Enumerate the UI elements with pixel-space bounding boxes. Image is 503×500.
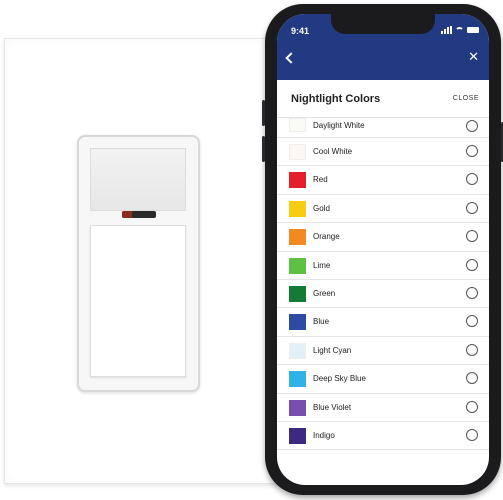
color-option[interactable]: Blue Violet — [277, 394, 489, 422]
color-swatch — [289, 285, 306, 302]
color-option[interactable]: Green — [277, 280, 489, 309]
color-label: Indigo — [313, 430, 335, 440]
color-swatch — [289, 314, 306, 331]
radio-button[interactable] — [466, 258, 478, 271]
color-option[interactable]: Blue — [277, 308, 489, 337]
nightlight-led-icon — [122, 211, 156, 218]
color-option[interactable]: Daylight White — [277, 118, 489, 138]
color-option[interactable]: Indigo — [277, 422, 489, 451]
color-option[interactable]: Light Cyan — [277, 337, 489, 366]
light-switch — [77, 135, 200, 392]
color-swatch — [289, 399, 306, 416]
color-option[interactable]: Cool White — [277, 138, 489, 167]
back-icon[interactable] — [285, 52, 297, 64]
color-swatch — [289, 371, 306, 388]
color-option[interactable]: Gold — [277, 195, 489, 224]
sheet-header: Nightlight Colors CLOSE — [277, 80, 489, 118]
status-time: 9:41 — [291, 26, 310, 36]
color-option[interactable]: Red — [277, 166, 489, 195]
color-label: Cool White — [313, 147, 353, 156]
rocker-paddle — [90, 225, 186, 377]
status-icons — [441, 26, 479, 34]
color-swatch — [289, 427, 306, 444]
sheet-title: Nightlight Colors — [291, 93, 381, 105]
radio-button[interactable] — [466, 173, 478, 186]
color-option[interactable]: Deep Sky Blue — [277, 365, 489, 394]
color-label: Light Cyan — [313, 345, 352, 355]
close-icon[interactable]: ✕ — [468, 51, 479, 64]
color-label: Orange — [313, 232, 340, 242]
phone-screen: 9:41 ✕ Nightlight Colors CLOSE Daylight … — [277, 14, 489, 485]
close-button[interactable]: CLOSE — [453, 95, 479, 102]
radio-button[interactable] — [466, 120, 478, 132]
color-swatch — [289, 200, 306, 217]
color-label: Lime — [313, 260, 331, 270]
signal-icon — [441, 26, 452, 34]
wifi-icon — [455, 26, 464, 34]
radio-button[interactable] — [466, 315, 478, 328]
radio-button[interactable] — [466, 372, 478, 385]
color-swatch — [289, 172, 306, 189]
radio-button[interactable] — [466, 145, 478, 157]
battery-icon — [467, 27, 479, 33]
app-bar: 9:41 ✕ — [277, 14, 489, 80]
color-swatch — [289, 144, 306, 160]
color-swatch — [289, 342, 306, 359]
phone-notch — [331, 14, 435, 34]
color-label: Blue Violet — [313, 402, 352, 412]
radio-button[interactable] — [466, 286, 478, 299]
radio-button[interactable] — [466, 428, 478, 441]
color-label: Green — [313, 288, 336, 298]
radio-button[interactable] — [466, 343, 478, 356]
radio-button[interactable] — [466, 201, 478, 214]
color-label: Red — [313, 175, 328, 185]
color-swatch — [289, 257, 306, 274]
color-swatch — [289, 229, 306, 246]
motion-sensor-window — [90, 148, 186, 211]
color-label: Blue — [313, 317, 330, 327]
color-swatch — [289, 118, 306, 132]
color-list: Daylight White Cool White Red Gold Orange Lim… — [277, 118, 489, 451]
color-label: Deep Sky Blue — [313, 374, 366, 384]
radio-button[interactable] — [466, 230, 478, 243]
color-option[interactable]: Orange — [277, 223, 489, 252]
color-label: Daylight White — [313, 121, 365, 130]
radio-button[interactable] — [466, 400, 478, 413]
color-option[interactable]: Lime — [277, 252, 489, 280]
color-label: Gold — [313, 203, 330, 213]
